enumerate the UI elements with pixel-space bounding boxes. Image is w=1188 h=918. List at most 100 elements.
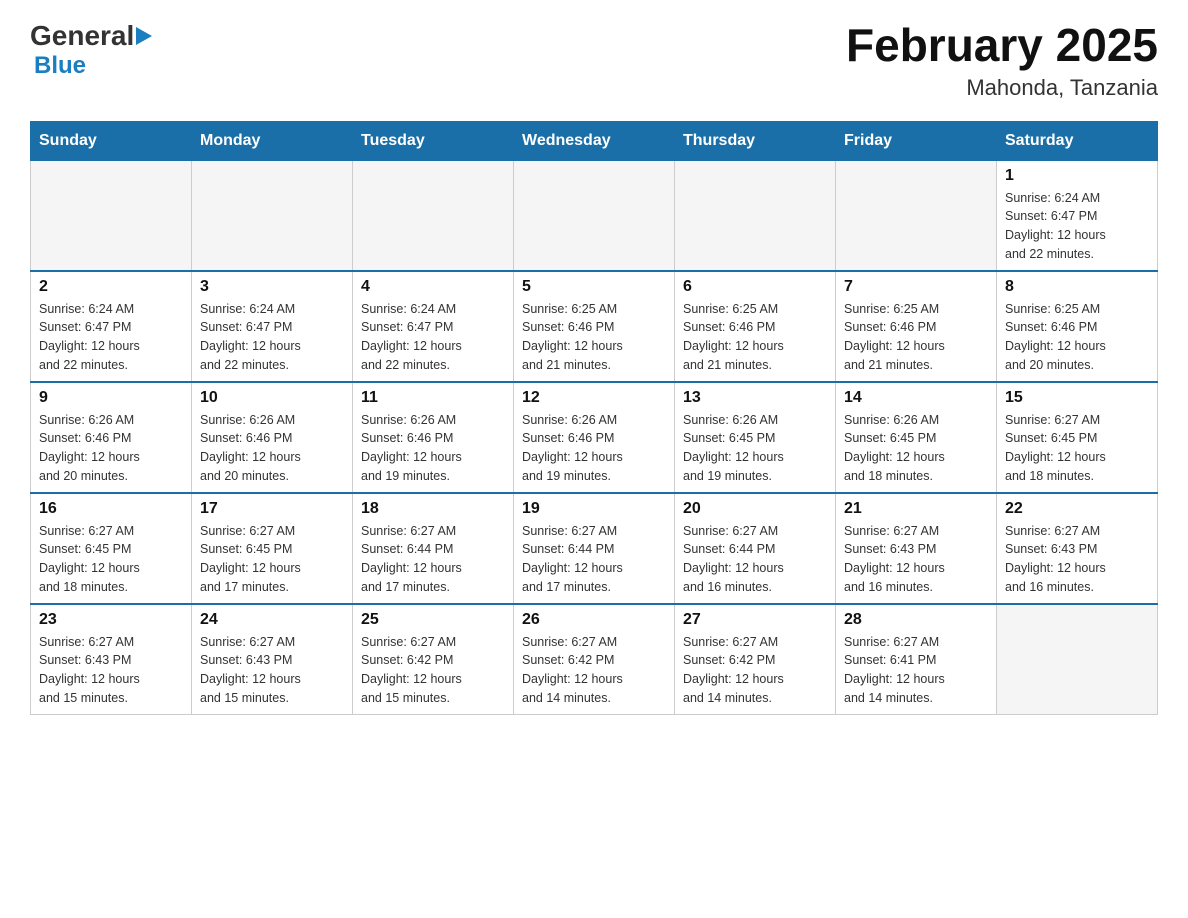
day-info: Sunrise: 6:27 AM Sunset: 6:43 PM Dayligh… — [844, 522, 988, 597]
day-info: Sunrise: 6:27 AM Sunset: 6:43 PM Dayligh… — [39, 633, 183, 708]
day-number: 5 — [522, 278, 666, 296]
calendar-day-cell: 4 Sunrise: 6:24 AM Sunset: 6:47 PM Daylig… — [353, 271, 514, 382]
calendar-week-row: 23 Sunrise: 6:27 AM Sunset: 6:43 PM Dayli… — [31, 604, 1158, 715]
calendar-day-cell: 23 Sunrise: 6:27 AM Sunset: 6:43 PM Dayli… — [31, 604, 192, 715]
calendar-day-cell: 9Sunrise: 6:26 AM Sunset: 6:46 PM Daylig… — [31, 382, 192, 493]
day-number: 16 — [39, 500, 183, 518]
weekday-header: Sunday — [31, 121, 192, 160]
day-info: Sunrise: 6:26 AM Sunset: 6:46 PM Dayligh… — [200, 411, 344, 486]
day-number: 4 — [361, 278, 505, 296]
day-number: 21 — [844, 500, 988, 518]
page-subtitle: Mahonda, Tanzania — [846, 75, 1158, 101]
day-number: 26 — [522, 611, 666, 629]
calendar-day-cell: 8 Sunrise: 6:25 AM Sunset: 6:46 PM Daylig… — [997, 271, 1158, 382]
calendar-day-cell: 12 Sunrise: 6:26 AM Sunset: 6:46 PM Dayli… — [514, 382, 675, 493]
calendar-header-row: SundayMondayTuesdayWednesdayThursdayFrid… — [31, 121, 1158, 160]
day-info: Sunrise: 6:24 AM Sunset: 6:47 PM Dayligh… — [39, 300, 183, 375]
calendar-day-cell: 20 Sunrise: 6:27 AM Sunset: 6:44 PM Dayli… — [675, 493, 836, 604]
day-number: 25 — [361, 611, 505, 629]
day-number: 10 — [200, 389, 344, 407]
calendar-day-cell: 14 Sunrise: 6:26 AM Sunset: 6:45 PM Dayli… — [836, 382, 997, 493]
day-info: Sunrise: 6:25 AM Sunset: 6:46 PM Dayligh… — [683, 300, 827, 375]
day-number: 24 — [200, 611, 344, 629]
logo: General Blue — [30, 20, 152, 80]
day-number: 8 — [1005, 278, 1149, 296]
calendar-day-cell: 15Sunrise: 6:27 AM Sunset: 6:45 PM Dayli… — [997, 382, 1158, 493]
day-number: 2 — [39, 278, 183, 296]
title-section: February 2025 Mahonda, Tanzania — [846, 20, 1158, 101]
calendar-day-cell: 24 Sunrise: 6:27 AM Sunset: 6:43 PM Dayli… — [192, 604, 353, 715]
calendar-day-cell: 26 Sunrise: 6:27 AM Sunset: 6:42 PM Dayli… — [514, 604, 675, 715]
day-info: Sunrise: 6:27 AM Sunset: 6:45 PM Dayligh… — [39, 522, 183, 597]
calendar-day-cell: 22Sunrise: 6:27 AM Sunset: 6:43 PM Dayli… — [997, 493, 1158, 604]
day-info: Sunrise: 6:27 AM Sunset: 6:42 PM Dayligh… — [361, 633, 505, 708]
day-info: Sunrise: 6:26 AM Sunset: 6:46 PM Dayligh… — [522, 411, 666, 486]
calendar-table: SundayMondayTuesdayWednesdayThursdayFrid… — [30, 121, 1158, 715]
day-info: Sunrise: 6:27 AM Sunset: 6:44 PM Dayligh… — [522, 522, 666, 597]
calendar-day-cell — [836, 160, 997, 271]
weekday-header: Friday — [836, 121, 997, 160]
day-info: Sunrise: 6:26 AM Sunset: 6:45 PM Dayligh… — [683, 411, 827, 486]
day-info: Sunrise: 6:27 AM Sunset: 6:45 PM Dayligh… — [200, 522, 344, 597]
calendar-day-cell: 27 Sunrise: 6:27 AM Sunset: 6:42 PM Dayli… — [675, 604, 836, 715]
day-number: 15 — [1005, 389, 1149, 407]
calendar-day-cell: 17 Sunrise: 6:27 AM Sunset: 6:45 PM Dayli… — [192, 493, 353, 604]
day-info: Sunrise: 6:25 AM Sunset: 6:46 PM Dayligh… — [1005, 300, 1149, 375]
day-number: 17 — [200, 500, 344, 518]
day-info: Sunrise: 6:25 AM Sunset: 6:46 PM Dayligh… — [522, 300, 666, 375]
calendar-day-cell: 6 Sunrise: 6:25 AM Sunset: 6:46 PM Daylig… — [675, 271, 836, 382]
day-number: 19 — [522, 500, 666, 518]
calendar-day-cell: 21 Sunrise: 6:27 AM Sunset: 6:43 PM Dayli… — [836, 493, 997, 604]
calendar-day-cell: 7 Sunrise: 6:25 AM Sunset: 6:46 PM Daylig… — [836, 271, 997, 382]
day-number: 7 — [844, 278, 988, 296]
calendar-day-cell: 25 Sunrise: 6:27 AM Sunset: 6:42 PM Dayli… — [353, 604, 514, 715]
calendar-day-cell — [514, 160, 675, 271]
day-info: Sunrise: 6:27 AM Sunset: 6:42 PM Dayligh… — [522, 633, 666, 708]
weekday-header: Monday — [192, 121, 353, 160]
day-number: 20 — [683, 500, 827, 518]
calendar-week-row: 16 Sunrise: 6:27 AM Sunset: 6:45 PM Dayli… — [31, 493, 1158, 604]
day-info: Sunrise: 6:24 AM Sunset: 6:47 PM Dayligh… — [200, 300, 344, 375]
page-header: General Blue February 2025 Mahonda, Tanz… — [30, 20, 1158, 101]
calendar-day-cell — [675, 160, 836, 271]
calendar-day-cell: 10 Sunrise: 6:26 AM Sunset: 6:46 PM Dayli… — [192, 382, 353, 493]
day-number: 27 — [683, 611, 827, 629]
day-info: Sunrise: 6:27 AM Sunset: 6:43 PM Dayligh… — [200, 633, 344, 708]
calendar-day-cell — [353, 160, 514, 271]
calendar-week-row: 9 Sunrise: 6:26 AM Sunset: 6:46 PM Daylig… — [31, 382, 1158, 493]
day-info: Sunrise: 6:27 AM Sunset: 6:43 PM Dayligh… — [1005, 522, 1149, 597]
day-info: Sunrise: 6:24 AM Sunset: 6:47 PM Dayligh… — [1005, 189, 1149, 264]
calendar-day-cell: 3 Sunrise: 6:24 AM Sunset: 6:47 PM Daylig… — [192, 271, 353, 382]
day-info: Sunrise: 6:26 AM Sunset: 6:46 PM Dayligh… — [361, 411, 505, 486]
day-info: Sunrise: 6:27 AM Sunset: 6:42 PM Dayligh… — [683, 633, 827, 708]
day-number: 11 — [361, 389, 505, 407]
day-info: Sunrise: 6:26 AM Sunset: 6:45 PM Dayligh… — [844, 411, 988, 486]
logo-general-text: General — [30, 20, 134, 52]
day-number: 9 — [39, 389, 183, 407]
day-number: 12 — [522, 389, 666, 407]
day-number: 14 — [844, 389, 988, 407]
day-number: 23 — [39, 611, 183, 629]
calendar-week-row: 2 Sunrise: 6:24 AM Sunset: 6:47 PM Daylig… — [31, 271, 1158, 382]
day-number: 28 — [844, 611, 988, 629]
day-number: 6 — [683, 278, 827, 296]
weekday-header: Wednesday — [514, 121, 675, 160]
calendar-day-cell: 19 Sunrise: 6:27 AM Sunset: 6:44 PM Dayli… — [514, 493, 675, 604]
calendar-day-cell — [31, 160, 192, 271]
day-info: Sunrise: 6:27 AM Sunset: 6:41 PM Dayligh… — [844, 633, 988, 708]
day-info: Sunrise: 6:25 AM Sunset: 6:46 PM Dayligh… — [844, 300, 988, 375]
weekday-header: Saturday — [997, 121, 1158, 160]
day-number: 13 — [683, 389, 827, 407]
weekday-header: Thursday — [675, 121, 836, 160]
day-number: 18 — [361, 500, 505, 518]
calendar-day-cell: 13 Sunrise: 6:26 AM Sunset: 6:45 PM Dayli… — [675, 382, 836, 493]
calendar-day-cell — [997, 604, 1158, 715]
page-title: February 2025 — [846, 20, 1158, 71]
calendar-day-cell: 11 Sunrise: 6:26 AM Sunset: 6:46 PM Dayli… — [353, 382, 514, 493]
calendar-week-row: 1Sunrise: 6:24 AM Sunset: 6:47 PM Daylig… — [31, 160, 1158, 271]
calendar-day-cell: 5 Sunrise: 6:25 AM Sunset: 6:46 PM Daylig… — [514, 271, 675, 382]
day-number: 3 — [200, 278, 344, 296]
day-info: Sunrise: 6:24 AM Sunset: 6:47 PM Dayligh… — [361, 300, 505, 375]
day-info: Sunrise: 6:27 AM Sunset: 6:44 PM Dayligh… — [361, 522, 505, 597]
day-info: Sunrise: 6:27 AM Sunset: 6:44 PM Dayligh… — [683, 522, 827, 597]
